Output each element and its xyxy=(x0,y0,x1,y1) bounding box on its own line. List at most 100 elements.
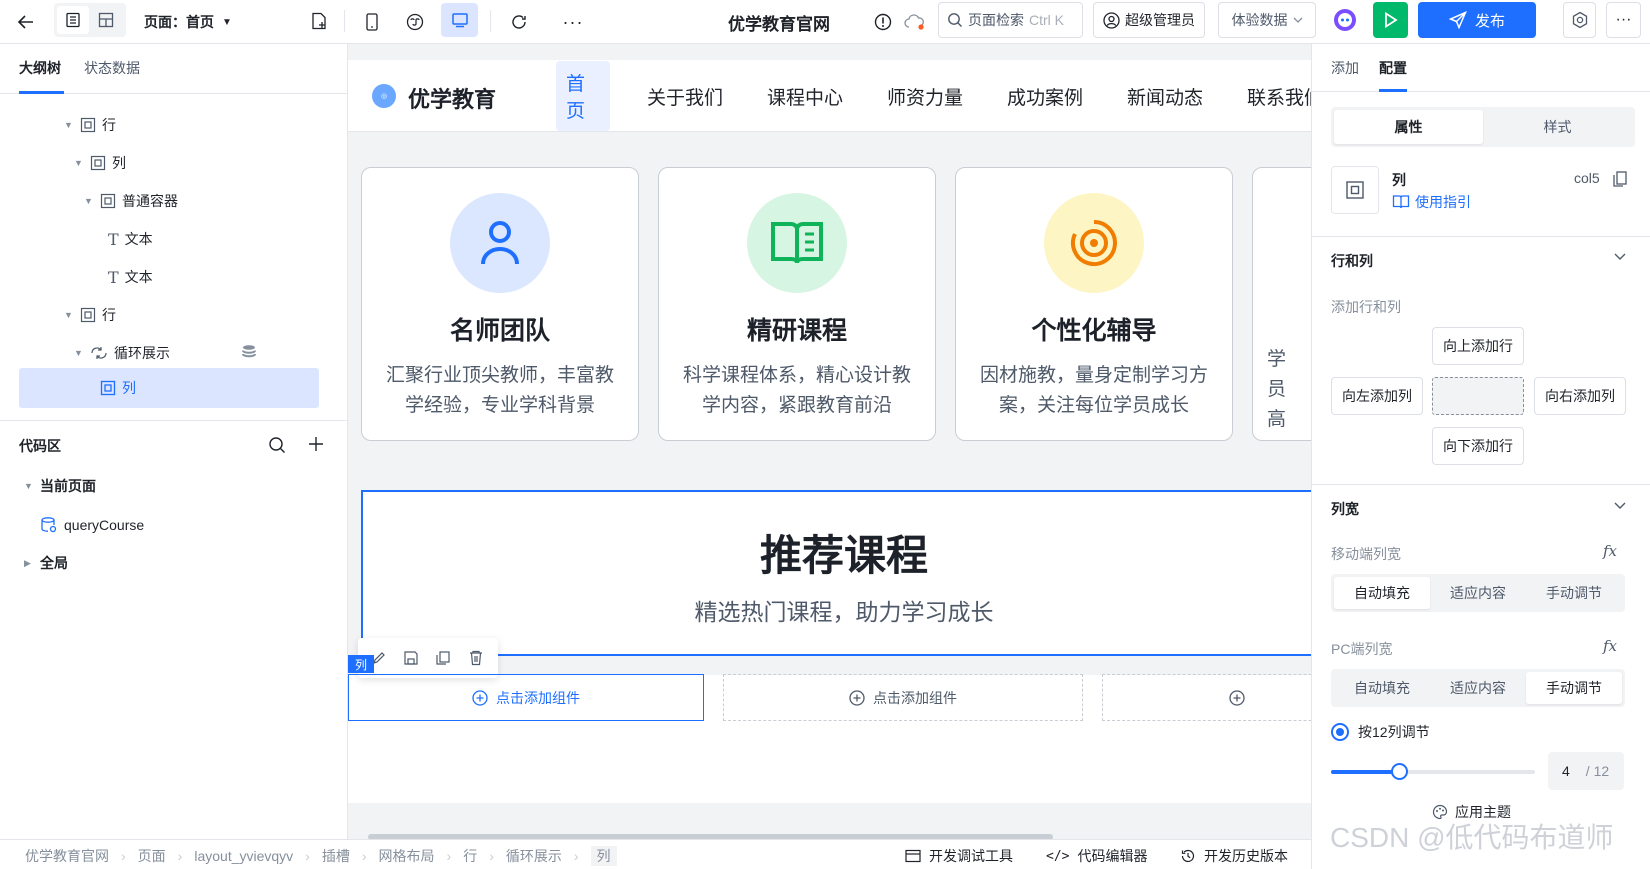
tree-node-row[interactable]: ▼ 行 xyxy=(64,296,116,334)
chevron-down-icon[interactable] xyxy=(1614,502,1626,510)
section-row-col[interactable]: 行和列 xyxy=(1331,251,1373,271)
nav-contact[interactable]: 联系我们 xyxy=(1247,60,1311,132)
opt-fit-content[interactable]: 适应内容 xyxy=(1430,577,1526,609)
breadcrumb-item[interactable]: 行 xyxy=(463,846,477,866)
tree-node-row[interactable]: ▼ 行 xyxy=(64,106,116,144)
add-col-left-button[interactable]: 向左添加列 xyxy=(1331,377,1423,415)
column-slider-track[interactable] xyxy=(1331,763,1535,780)
nav-news[interactable]: 新闻动态 xyxy=(1127,60,1203,132)
add-component-slot[interactable] xyxy=(1102,674,1311,721)
tree-node-text[interactable]: T 文本 xyxy=(108,258,153,296)
code-editor-button[interactable]: </> 代码编辑器 xyxy=(1046,846,1147,866)
copy-icon[interactable] xyxy=(1612,170,1628,188)
add-icon[interactable] xyxy=(308,436,324,452)
column-count-input[interactable]: 4 / 12 xyxy=(1548,752,1624,790)
add-row-below-button[interactable]: 向下添加行 xyxy=(1432,427,1524,465)
feature-card[interactable]: 名师团队 汇聚行业顶尖教师，丰富教学经验，专业学科背景 xyxy=(361,167,639,441)
caret-down-icon: ▼ xyxy=(74,158,83,168)
opt-manual[interactable]: 手动调节 xyxy=(1526,672,1622,704)
nav-teachers[interactable]: 师资力量 xyxy=(887,60,963,132)
page-selector[interactable]: 页面：首页 ▼ xyxy=(144,7,232,37)
breadcrumb-item[interactable]: 插槽 xyxy=(322,846,350,866)
column-slider-thumb[interactable] xyxy=(1390,763,1408,780)
site-header: ◎ 优学教育 首页 关于我们 课程中心 师资力量 成功案例 新闻动态 联系我们 xyxy=(348,60,1311,132)
page-search-input[interactable]: 页面检索 Ctrl K xyxy=(938,2,1083,38)
nav-home[interactable]: 首页 xyxy=(556,60,610,132)
code-group-current-page[interactable]: ▼ 当前页面 xyxy=(24,467,96,505)
more-menu-button[interactable]: ··· xyxy=(1606,2,1641,38)
history-button[interactable]: 开发历史版本 xyxy=(1180,846,1288,866)
feature-card[interactable]: 精研课程 科学课程体系，精心设计教学内容，紧跟教育前沿 xyxy=(658,167,936,441)
desktop-icon[interactable] xyxy=(441,3,478,37)
user-menu[interactable]: 超级管理员 xyxy=(1093,2,1205,38)
book-open-icon xyxy=(747,193,847,293)
mobile-icon[interactable] xyxy=(358,8,386,36)
section-col-width[interactable]: 列宽 xyxy=(1331,499,1359,519)
copy-icon[interactable] xyxy=(435,650,451,666)
tab-properties[interactable]: 属性 xyxy=(1334,110,1483,144)
formula-icon[interactable]: fx xyxy=(1603,542,1617,560)
nav-cases[interactable]: 成功案例 xyxy=(1007,60,1083,132)
tree-node-col-selected[interactable]: 列 xyxy=(100,369,136,407)
breadcrumb-item[interactable]: 优学教育官网 xyxy=(25,846,109,866)
column-slider-fill xyxy=(1331,770,1399,774)
breadcrumb-item-current[interactable]: 列 xyxy=(590,846,617,866)
opt-auto-fill[interactable]: 自动填充 xyxy=(1334,577,1430,609)
search-icon[interactable] xyxy=(268,436,286,454)
radio-12-columns[interactable]: 按12列调节 xyxy=(1331,722,1430,742)
tree-node-text[interactable]: T 文本 xyxy=(108,220,153,258)
tree-node-col[interactable]: ▼ 列 xyxy=(74,144,126,182)
breadcrumb-item[interactable]: layout_yvievqyv xyxy=(194,848,293,864)
breadcrumb-item[interactable]: 页面 xyxy=(138,846,166,866)
code-item-query[interactable]: queryCourse xyxy=(40,506,144,544)
settings-button[interactable] xyxy=(1563,2,1596,38)
active-tab-indicator xyxy=(1379,89,1407,92)
more-icon[interactable]: ··· xyxy=(559,8,587,36)
ai-assistant-icon[interactable] xyxy=(1330,5,1360,35)
publish-button[interactable]: 发布 xyxy=(1418,2,1536,38)
refresh-icon[interactable] xyxy=(505,8,533,36)
nav-about[interactable]: 关于我们 xyxy=(647,60,723,132)
tab-styles[interactable]: 样式 xyxy=(1483,110,1632,144)
recommend-section[interactable]: 推荐课程 精选热门课程，助力学习成长 xyxy=(361,490,1311,656)
warning-icon[interactable] xyxy=(870,8,896,36)
add-row-above-button[interactable]: 向上添加行 xyxy=(1432,327,1524,365)
page-view-icon[interactable] xyxy=(57,6,89,34)
dev-tools-button[interactable]: 开发调试工具 xyxy=(905,846,1013,866)
cloud-sync-icon[interactable] xyxy=(900,8,930,36)
usage-guide-link[interactable]: 使用指引 xyxy=(1392,192,1471,212)
add-component-slot-selected[interactable]: 点击添加组件 xyxy=(348,674,704,721)
add-col-right-button[interactable]: 向右添加列 xyxy=(1534,377,1626,415)
breadcrumb-item[interactable]: 循环展示 xyxy=(506,846,562,866)
tab-add[interactable]: 添加 xyxy=(1331,58,1359,78)
layout-view-icon[interactable] xyxy=(89,6,123,34)
back-icon[interactable] xyxy=(12,8,40,36)
tree-node-selected[interactable] xyxy=(19,368,319,408)
row-icon xyxy=(80,117,96,133)
code-group-label: 当前页面 xyxy=(40,478,96,494)
feature-card[interactable]: 个性化辅导 因材施教，量身定制学习方案，关注每位学员成长 xyxy=(955,167,1233,441)
breadcrumb-item[interactable]: 网格布局 xyxy=(379,846,435,866)
opt-fit-content[interactable]: 适应内容 xyxy=(1430,672,1526,704)
tree-node-loop[interactable]: ▼ 循环展示 xyxy=(74,334,254,372)
tab-outline-tree[interactable]: 大纲树 xyxy=(19,58,61,78)
delete-icon[interactable] xyxy=(468,650,484,666)
tab-config[interactable]: 配置 xyxy=(1379,58,1407,78)
data-select[interactable]: 体验数据 xyxy=(1218,2,1316,38)
tree-node-container[interactable]: ▼ 普通容器 xyxy=(84,182,178,220)
opt-auto-fill[interactable]: 自动填充 xyxy=(1334,672,1430,704)
feature-card[interactable]: 学员高 xyxy=(1252,167,1311,441)
save-icon[interactable] xyxy=(403,650,419,666)
database-icon xyxy=(242,344,256,360)
add-page-icon[interactable] xyxy=(306,8,332,34)
formula-icon[interactable]: fx xyxy=(1603,637,1617,655)
mini-program-icon[interactable] xyxy=(401,8,429,36)
nav-courses[interactable]: 课程中心 xyxy=(767,60,843,132)
code-group-global[interactable]: ▶ 全局 xyxy=(24,544,68,582)
chevron-down-icon[interactable] xyxy=(1614,253,1626,261)
tab-state-data[interactable]: 状态数据 xyxy=(84,58,140,78)
edit-icon[interactable] xyxy=(372,651,386,665)
add-component-slot[interactable]: 点击添加组件 xyxy=(723,674,1083,721)
opt-manual[interactable]: 手动调节 xyxy=(1526,577,1622,609)
run-button[interactable] xyxy=(1373,2,1408,38)
